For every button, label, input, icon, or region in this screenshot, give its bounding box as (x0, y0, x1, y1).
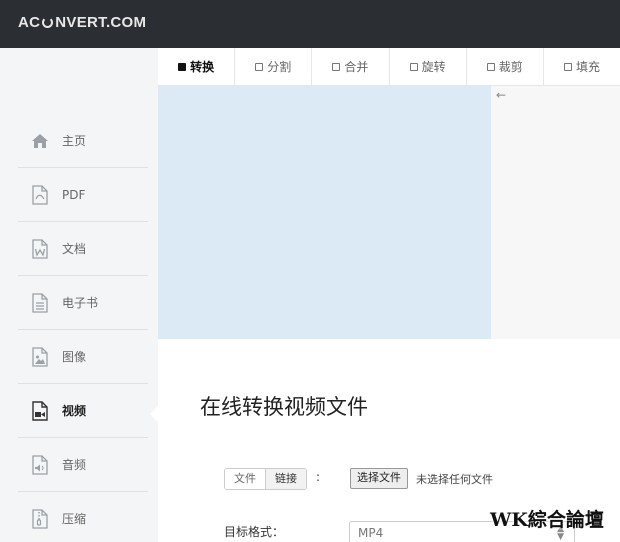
tab-split[interactable]: 分割 (235, 48, 313, 85)
logo-text-left: AC (18, 14, 41, 31)
tab-label: 旋转 (421, 60, 446, 74)
tab-merge[interactable]: 合并 (312, 48, 390, 85)
checkbox-icon (178, 62, 187, 71)
tool-tabs: 转换 分割 合并 旋转 裁剪 填充 (158, 48, 620, 86)
sidebar-item-ebook[interactable]: 电子书 (18, 276, 148, 330)
sidebar-item-label: 文档 (62, 242, 87, 256)
sidebar-item-label: PDF (62, 187, 86, 202)
sidebar-item-label: 图像 (62, 350, 87, 364)
ad-placeholder (158, 86, 491, 339)
source-toggle: 文件 链接 (224, 468, 307, 490)
sidebar-item-home[interactable]: 主页 (18, 114, 148, 168)
logo-ring-icon (42, 17, 54, 28)
logo-text-right: NVERT.COM (55, 14, 147, 31)
word-document-icon (30, 238, 50, 259)
arrow-left-icon[interactable]: ← (496, 88, 506, 102)
source-file-option[interactable]: 文件 (225, 469, 266, 489)
pdf-file-icon (30, 184, 50, 205)
tab-label: 裁剪 (498, 60, 523, 74)
tab-pad[interactable]: 填充 (544, 48, 620, 85)
choose-file-button[interactable]: 选择文件 (350, 468, 408, 489)
tab-label: 合并 (344, 60, 369, 74)
ebook-icon (30, 292, 50, 313)
watermark-text: WK綜合論壇 (490, 509, 604, 531)
checkbox-icon (409, 62, 418, 71)
sidebar-item-label: 压缩 (62, 512, 87, 526)
sidebar-item-label: 视频 (62, 404, 87, 418)
checkbox-icon (563, 62, 572, 71)
target-format-label: 目标格式： (224, 525, 285, 539)
tab-crop[interactable]: 裁剪 (467, 48, 544, 85)
image-icon (30, 346, 50, 367)
file-status-text: 未选择任何文件 (416, 473, 493, 486)
sidebar-item-archive[interactable]: 压缩 (18, 492, 148, 542)
side-panel (491, 86, 620, 339)
audio-icon (30, 454, 50, 475)
selected-format-value: MP4 (358, 526, 384, 540)
home-icon (30, 131, 50, 151)
checkbox-icon (255, 62, 264, 71)
archive-icon (30, 508, 50, 529)
sidebar-item-audio[interactable]: 音频 (18, 438, 148, 492)
sidebar-item-label: 主页 (62, 134, 87, 148)
checkbox-icon (486, 62, 495, 71)
sidebar-item-label: 音频 (62, 458, 87, 472)
source-link-option[interactable]: 链接 (266, 469, 306, 489)
tab-rotate[interactable]: 旋转 (390, 48, 467, 85)
sidebar: 主页 PDF 文档 电子书 图像 视频 音频 压缩 (0, 48, 158, 542)
site-logo[interactable]: AC NVERT.COM (18, 14, 146, 31)
video-icon (30, 400, 50, 421)
tab-label: 转换 (190, 60, 215, 74)
checkbox-icon (332, 62, 341, 71)
sidebar-nav: 主页 PDF 文档 电子书 图像 视频 音频 压缩 (18, 114, 148, 542)
top-bar: AC NVERT.COM (0, 0, 620, 48)
sidebar-item-image[interactable]: 图像 (18, 330, 148, 384)
sidebar-item-document[interactable]: 文档 (18, 222, 148, 276)
sidebar-item-video[interactable]: 视频 (18, 384, 148, 438)
tab-label: 分割 (267, 60, 292, 74)
sidebar-item-label: 电子书 (62, 296, 99, 310)
tab-label: 填充 (575, 60, 600, 74)
active-item-pointer (150, 405, 159, 423)
tab-convert[interactable]: 转换 (158, 48, 236, 85)
field-colon: : (316, 470, 321, 484)
page-title: 在线转换视频文件 (200, 395, 368, 419)
sidebar-item-pdf[interactable]: PDF (18, 168, 148, 222)
